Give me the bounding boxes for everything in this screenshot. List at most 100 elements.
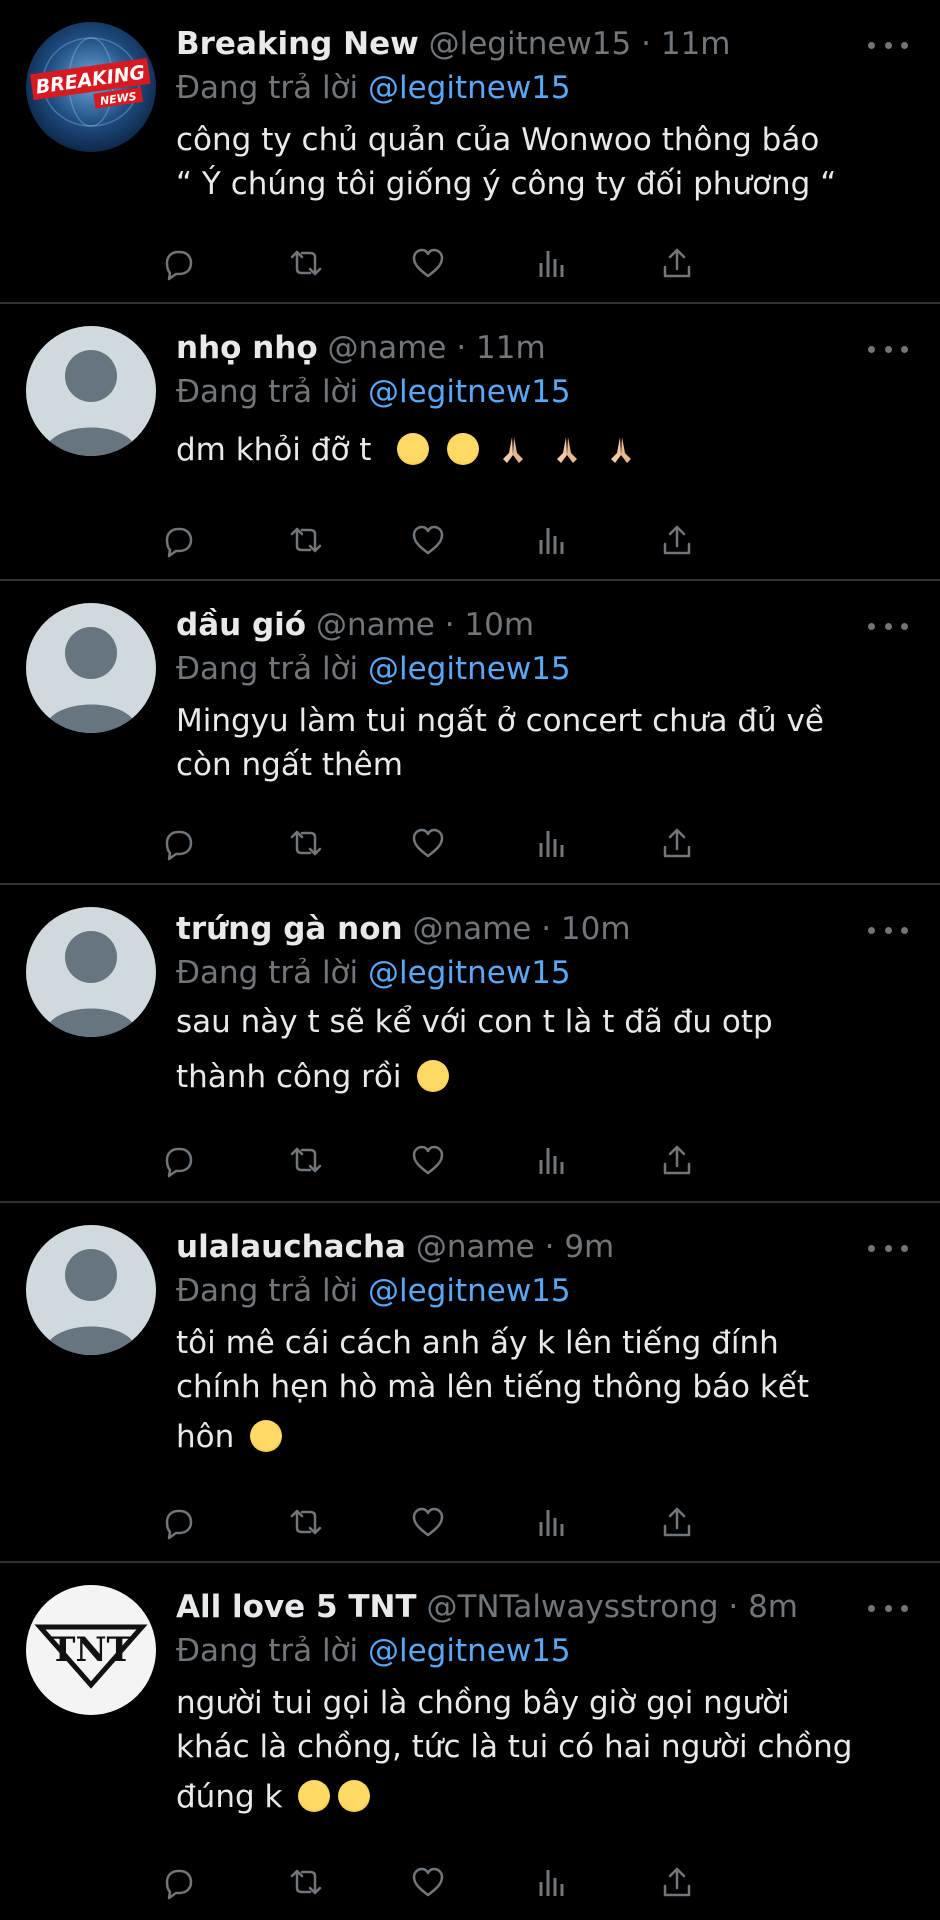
author-name[interactable]: Breaking New bbox=[176, 26, 419, 62]
more-icon[interactable] bbox=[868, 341, 908, 357]
share-icon bbox=[663, 828, 691, 858]
reply-mention[interactable]: @legitnew15 bbox=[368, 374, 571, 410]
timestamp[interactable]: · 8m bbox=[728, 1589, 798, 1625]
retweet-icon bbox=[290, 527, 322, 553]
reply-button[interactable] bbox=[154, 518, 198, 562]
reply-mention[interactable]: @legitnew15 bbox=[368, 651, 571, 687]
like-button[interactable] bbox=[406, 518, 450, 562]
avatar[interactable] bbox=[26, 326, 156, 456]
avatar[interactable]: BREAKING NEWS bbox=[26, 22, 156, 152]
avatar[interactable] bbox=[26, 603, 156, 733]
breaking-news-logo-icon: BREAKING NEWS bbox=[26, 22, 156, 152]
author-handle[interactable]: @name bbox=[328, 330, 447, 366]
share-button[interactable] bbox=[655, 821, 699, 865]
more-icon[interactable] bbox=[868, 618, 908, 634]
timestamp[interactable]: · 10m bbox=[541, 911, 630, 947]
author-name[interactable]: nhọ nhọ bbox=[176, 330, 318, 366]
smiling-face-icon bbox=[338, 1780, 371, 1812]
tweet-text-line: thành công rồi bbox=[176, 1059, 402, 1095]
tnt-logo-icon: TNT bbox=[26, 1585, 156, 1715]
tweet-text-line: “ Ý chúng tôi giống ý công ty đối phương… bbox=[176, 166, 837, 202]
default-avatar-icon bbox=[26, 326, 156, 456]
timestamp[interactable]: · 9m bbox=[545, 1229, 615, 1265]
avatar[interactable] bbox=[26, 907, 156, 1037]
tweet[interactable]: dầu gió @name · 10m Đang trả lời @legitn… bbox=[0, 581, 940, 883]
views-button[interactable] bbox=[529, 241, 573, 285]
timestamp[interactable]: · 11m bbox=[456, 330, 545, 366]
retweet-button[interactable] bbox=[282, 821, 326, 865]
avatar[interactable] bbox=[26, 1225, 156, 1355]
tweet-text-line: sau này t sẽ kể với con t là t đã đu otp bbox=[176, 1004, 773, 1040]
like-button[interactable] bbox=[406, 1500, 450, 1544]
like-button[interactable] bbox=[406, 241, 450, 285]
more-icon[interactable] bbox=[868, 1240, 908, 1256]
author-handle[interactable]: @name bbox=[416, 1229, 535, 1265]
tweet[interactable]: nhọ nhọ @name · 11m Đang trả lời @legitn… bbox=[0, 304, 940, 579]
views-button[interactable] bbox=[529, 1860, 573, 1904]
reply-mention[interactable]: @legitnew15 bbox=[368, 955, 571, 991]
more-icon[interactable] bbox=[868, 1600, 908, 1616]
retweet-button[interactable] bbox=[282, 241, 326, 285]
views-button[interactable] bbox=[529, 821, 573, 865]
author-name[interactable]: All love 5 TNT bbox=[176, 1589, 417, 1625]
tweet[interactable]: BREAKING NEWS Breaking New @legitnew15 ·… bbox=[0, 0, 940, 302]
reply-button[interactable] bbox=[154, 241, 198, 285]
share-button[interactable] bbox=[655, 1860, 699, 1904]
author-handle[interactable]: @TNTalwaysstrong bbox=[426, 1589, 718, 1625]
more-icon[interactable] bbox=[868, 922, 908, 938]
heart-icon bbox=[412, 525, 444, 555]
more-icon[interactable] bbox=[868, 37, 908, 53]
reply-button[interactable] bbox=[154, 1138, 198, 1182]
retweet-button[interactable] bbox=[282, 1138, 326, 1182]
author-handle[interactable]: @name bbox=[316, 607, 435, 643]
retweet-button[interactable] bbox=[282, 1500, 326, 1544]
reply-context: Đang trả lời @legitnew15 bbox=[176, 1269, 910, 1313]
reply-prefix: Đang trả lời bbox=[176, 374, 359, 410]
author-name[interactable]: trứng gà non bbox=[176, 911, 403, 947]
views-button[interactable] bbox=[529, 1138, 573, 1182]
timestamp[interactable]: · 11m bbox=[641, 26, 730, 62]
heart-icon bbox=[412, 828, 444, 858]
tweet[interactable]: ulalauchacha @name · 9m Đang trả lời @le… bbox=[0, 1203, 940, 1561]
share-button[interactable] bbox=[655, 241, 699, 285]
retweet-icon bbox=[290, 1509, 322, 1535]
retweet-icon bbox=[290, 1147, 322, 1173]
reply-mention[interactable]: @legitnew15 bbox=[368, 1273, 571, 1309]
reply-mention[interactable]: @legitnew15 bbox=[368, 70, 571, 106]
share-button[interactable] bbox=[655, 1500, 699, 1544]
author-name[interactable]: dầu gió bbox=[176, 607, 306, 643]
author-handle[interactable]: @legitnew15 bbox=[429, 26, 632, 62]
share-button[interactable] bbox=[655, 1138, 699, 1182]
retweet-button[interactable] bbox=[282, 1860, 326, 1904]
share-button[interactable] bbox=[655, 518, 699, 562]
tweet-header: All love 5 TNT @TNTalwaysstrong · 8m bbox=[176, 1585, 910, 1629]
author-handle[interactable]: @name bbox=[412, 911, 531, 947]
author-name[interactable]: ulalauchacha bbox=[176, 1229, 406, 1265]
views-button[interactable] bbox=[529, 1500, 573, 1544]
action-bar bbox=[165, 518, 836, 562]
reply-button[interactable] bbox=[154, 1500, 198, 1544]
like-button[interactable] bbox=[406, 821, 450, 865]
timestamp[interactable]: · 10m bbox=[445, 607, 534, 643]
tweet-text-line: dm khỏi đỡ t bbox=[176, 432, 372, 468]
views-button[interactable] bbox=[529, 518, 573, 562]
reply-prefix: Đang trả lời bbox=[176, 955, 359, 991]
reply-button[interactable] bbox=[154, 1860, 198, 1904]
action-bar bbox=[165, 1138, 836, 1182]
retweet-button[interactable] bbox=[282, 518, 326, 562]
tweet[interactable]: TNT All love 5 TNT @TNTalwaysstrong · 8m… bbox=[0, 1563, 940, 1920]
tweet-text-line: còn ngất thêm bbox=[176, 747, 403, 783]
reply-mention[interactable]: @legitnew15 bbox=[368, 1633, 571, 1669]
retweet-icon bbox=[290, 250, 322, 276]
like-button[interactable] bbox=[406, 1860, 450, 1904]
reply-icon bbox=[165, 1869, 193, 1900]
reply-button[interactable] bbox=[154, 821, 198, 865]
avatar[interactable]: TNT bbox=[26, 1585, 156, 1715]
reply-context: Đang trả lời @legitnew15 bbox=[176, 1629, 910, 1673]
tweet[interactable]: trứng gà non @name · 10m Đang trả lời @l… bbox=[0, 885, 940, 1201]
tweet-text: dm khỏi đỡ t bbox=[176, 428, 910, 472]
like-button[interactable] bbox=[406, 1138, 450, 1182]
reply-icon bbox=[165, 1509, 193, 1540]
smiling-face-icon bbox=[250, 1420, 283, 1452]
reply-icon bbox=[165, 830, 193, 861]
